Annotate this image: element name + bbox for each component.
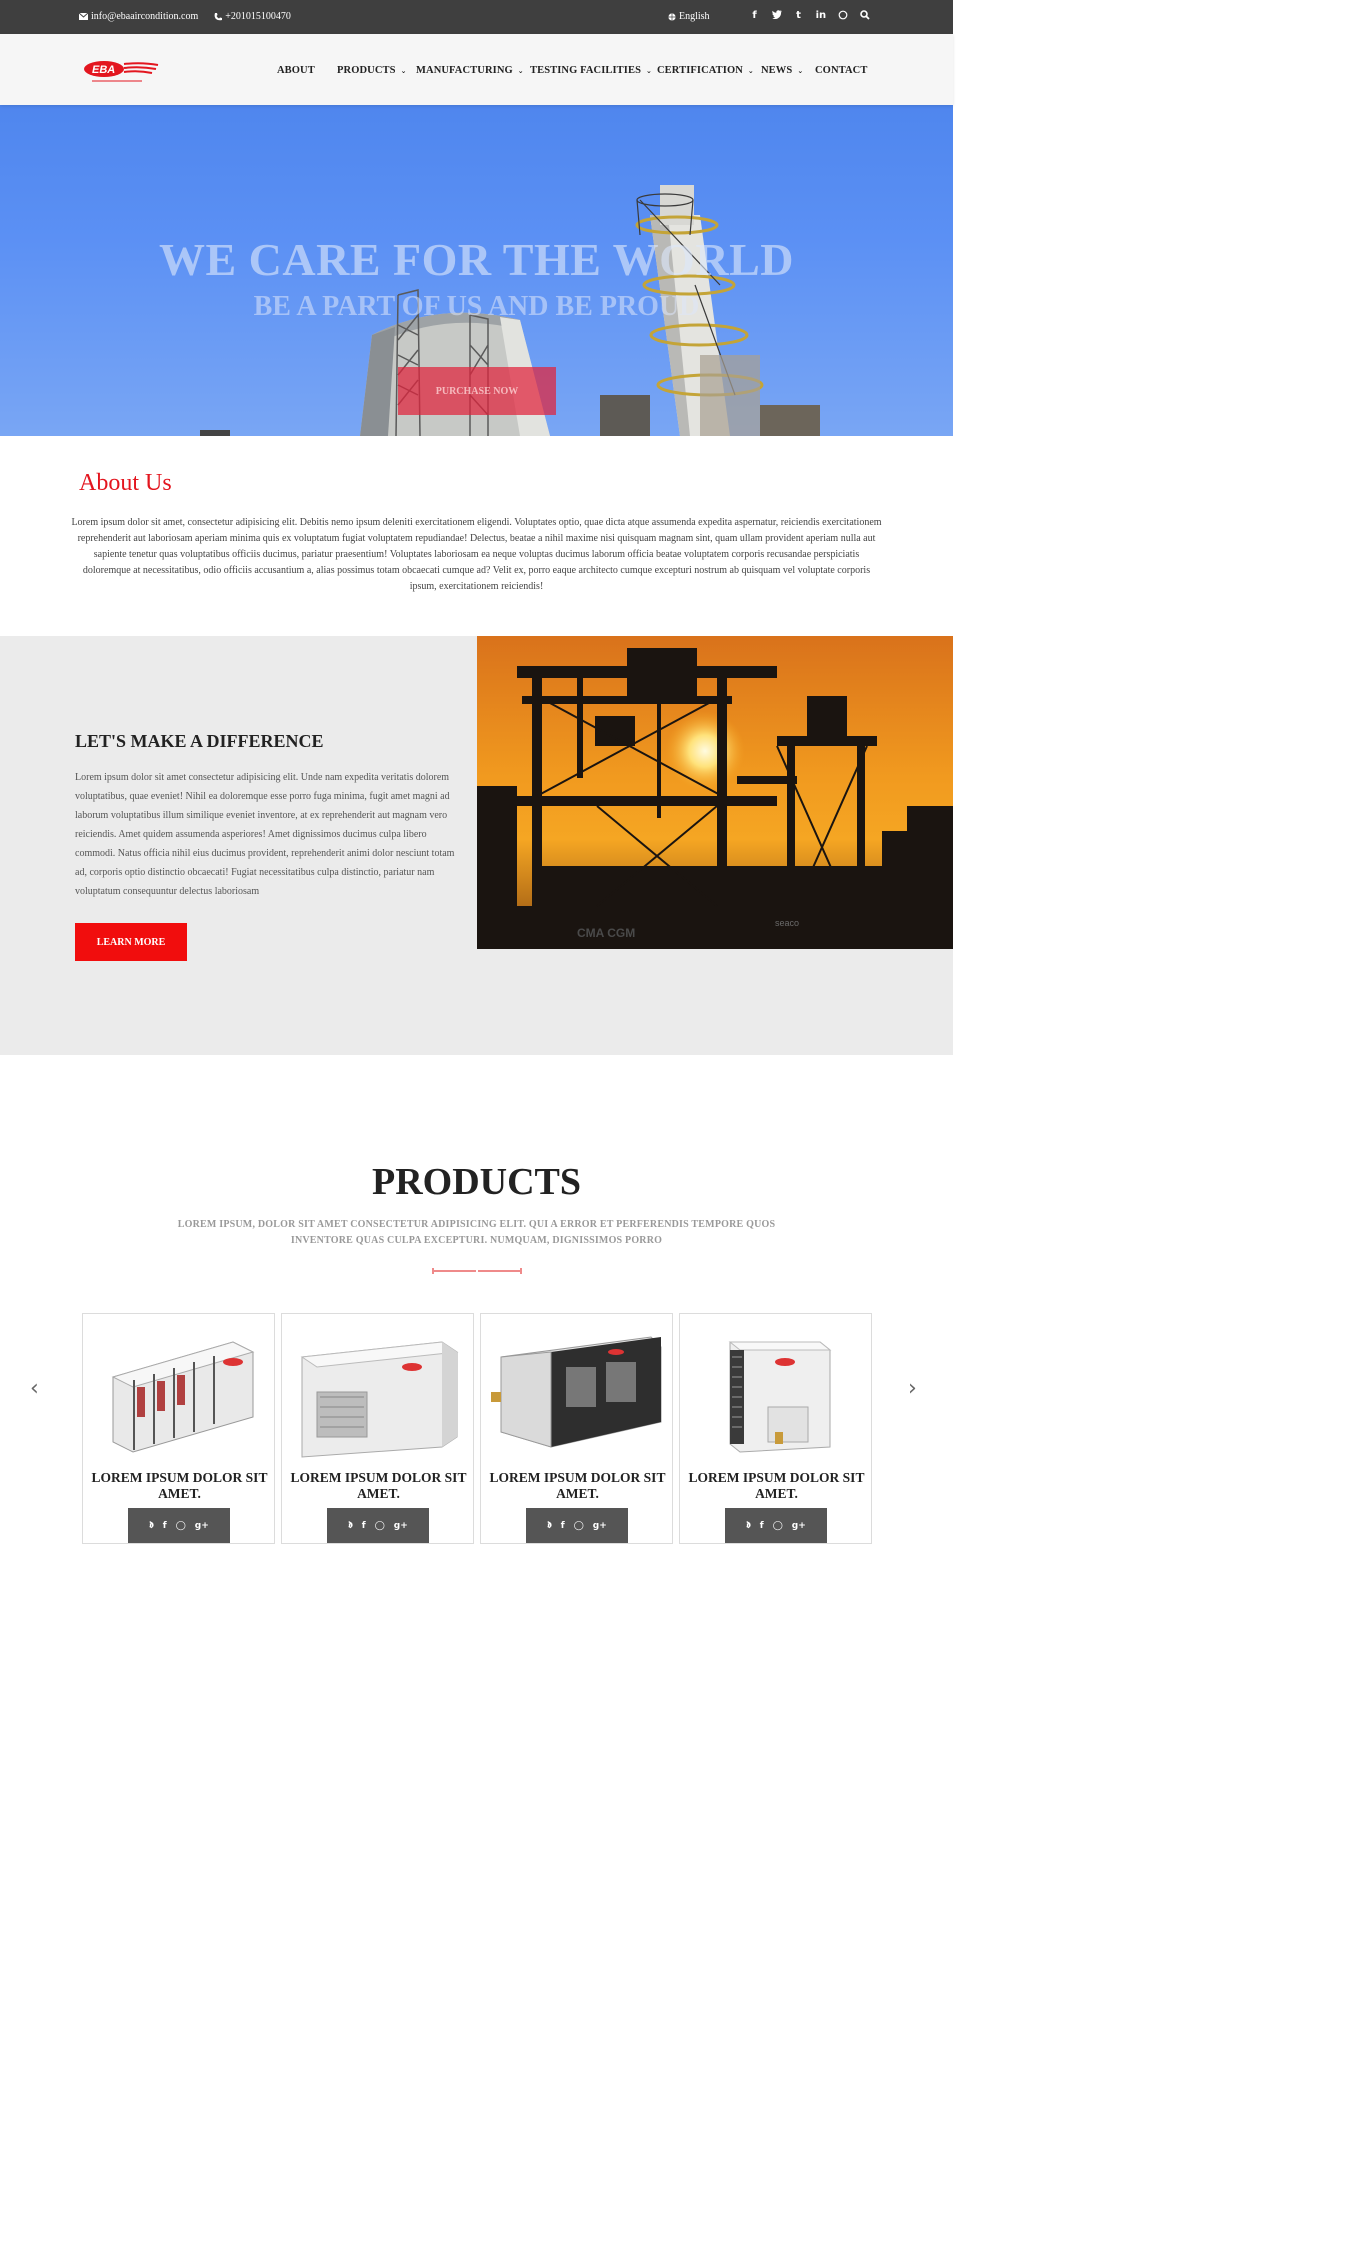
- product-image-concealed-unit: [491, 1336, 662, 1448]
- language-label: English: [679, 11, 710, 22]
- top-bar: info@ebaaircondition.com +201015100470 E…: [0, 0, 953, 34]
- contact-info: info@ebaaircondition.com +201015100470: [79, 11, 291, 22]
- facebook-icon[interactable]: f: [362, 1521, 366, 1531]
- about-body: Lorem ipsum dolor sit amet, consectetur …: [71, 517, 882, 592]
- product-card[interactable]: LOREM IPSUM DOLOR SIT AMET. 𝖉 f ◯ g+: [82, 1313, 275, 1544]
- difference-title: LET'S MAKE A DIFFERENCE: [75, 731, 324, 751]
- about-title: About Us: [79, 470, 172, 496]
- chevron-down-icon: ⌄: [400, 66, 407, 75]
- social-links: f t in: [750, 10, 870, 23]
- chevron-down-icon: ⌄: [747, 66, 754, 75]
- chevron-down-icon: ⌄: [797, 66, 804, 75]
- products-title: PRODUCTS: [371, 1161, 582, 1203]
- product-card[interactable]: LOREM IPSUM DOLOR SIT AMET. 𝖉 f ◯ g+: [679, 1313, 872, 1544]
- product-title: LOREM IPSUM DOLOR SIT AMET.: [91, 1470, 268, 1501]
- language-selector[interactable]: English: [668, 11, 710, 22]
- product-title: LOREM IPSUM DOLOR SIT AMET.: [489, 1470, 666, 1501]
- google-plus-icon[interactable]: g+: [195, 1521, 209, 1531]
- facebook-icon[interactable]: f: [760, 1521, 764, 1531]
- phone-link[interactable]: +201015100470: [214, 11, 291, 22]
- share-bar: 𝖉 f ◯ g+: [128, 1508, 230, 1543]
- dribbble-icon[interactable]: ◯: [176, 1521, 186, 1531]
- linkedin-icon[interactable]: in: [816, 10, 827, 23]
- share-bar: 𝖉 f ◯ g+: [526, 1508, 628, 1543]
- purchase-now-button[interactable]: PURCHASE NOW: [398, 367, 556, 415]
- section-divider: [432, 1268, 522, 1274]
- product-title: LOREM IPSUM DOLOR SIT AMET.: [290, 1470, 467, 1501]
- site-header: EBA ABOUT PRODUCTS ⌄ MANUFACTURING ⌄ TESTI…: [0, 34, 953, 105]
- phone-icon: [214, 12, 223, 20]
- dribbble-icon[interactable]: ◯: [574, 1521, 584, 1531]
- logo-text: EBA: [92, 64, 115, 76]
- google-plus-icon[interactable]: g+: [394, 1521, 408, 1531]
- hero-subtitle: BE A PART OF US AND BE PROUD: [253, 291, 700, 322]
- email-text: info@ebaaircondition.com: [91, 11, 199, 22]
- nav-certification[interactable]: CERTIFICATION ⌄: [657, 65, 761, 76]
- nav-manufacturing[interactable]: MANUFACTURING ⌄: [416, 65, 530, 76]
- whatsapp-icon[interactable]: [838, 10, 848, 23]
- facebook-icon[interactable]: f: [750, 10, 760, 23]
- share-bar: 𝖉 f ◯ g+: [327, 1508, 429, 1543]
- chevron-down-icon: ⌄: [646, 66, 652, 75]
- twitter-icon[interactable]: 𝖉: [348, 1521, 353, 1531]
- product-image-package-unit: [728, 1341, 832, 1453]
- nav-news[interactable]: NEWS ⌄: [761, 65, 815, 76]
- seaco-text: seaco: [775, 918, 799, 928]
- sunset-port-image: CMA CGM seaco: [477, 636, 953, 949]
- google-plus-icon[interactable]: g+: [593, 1521, 607, 1531]
- facebook-icon[interactable]: f: [561, 1521, 565, 1531]
- twitter-icon[interactable]: [771, 10, 782, 23]
- twitter-icon[interactable]: 𝖉: [547, 1521, 552, 1531]
- nav-about[interactable]: ABOUT: [277, 65, 337, 76]
- nav-contact[interactable]: CONTACT: [815, 65, 867, 76]
- learn-more-button[interactable]: LEARN MORE: [75, 923, 187, 961]
- twitter-icon[interactable]: 𝖉: [746, 1521, 751, 1531]
- about-section: About Us Lorem ipsum dolor sit amet, con…: [0, 436, 953, 636]
- product-image-ducted-unit: [300, 1341, 459, 1458]
- facebook-icon[interactable]: f: [163, 1521, 167, 1531]
- eba-logo[interactable]: EBA: [82, 58, 162, 86]
- search-icon[interactable]: [859, 10, 870, 23]
- hero-title: WE CARE FOR THE WORLD: [158, 234, 794, 285]
- product-title: LOREM IPSUM DOLOR SIT AMET.: [688, 1470, 865, 1501]
- dribbble-icon[interactable]: ◯: [773, 1521, 783, 1531]
- products-section: PRODUCTS LOREM IPSUM, DOLOR SIT AMET CON…: [0, 1055, 953, 1550]
- dribbble-icon[interactable]: ◯: [375, 1521, 385, 1531]
- carousel-prev-arrow[interactable]: ‹: [30, 1376, 39, 1401]
- nav-products[interactable]: PRODUCTS ⌄: [337, 65, 416, 76]
- envelope-icon: [79, 13, 88, 20]
- nav-testing-facilities[interactable]: TESTING FACILITIES ⌄: [530, 65, 657, 76]
- main-nav: ABOUT PRODUCTS ⌄ MANUFACTURING ⌄ TESTING F…: [266, 65, 867, 76]
- cma-cgm-text: CMA CGM: [577, 926, 635, 940]
- hero-banner: WE CARE FOR THE WORLD BE A PART OF US AN…: [0, 105, 953, 436]
- google-plus-icon[interactable]: g+: [792, 1521, 806, 1531]
- product-card[interactable]: LOREM IPSUM DOLOR SIT AMET. 𝖉 f ◯ g+: [281, 1313, 474, 1544]
- carousel-next-arrow[interactable]: ›: [908, 1376, 917, 1401]
- twitter-icon[interactable]: 𝖉: [149, 1521, 154, 1531]
- difference-body: Lorem ipsum dolor sit amet consectetur a…: [75, 772, 455, 897]
- product-card[interactable]: LOREM IPSUM DOLOR SIT AMET. 𝖉 f ◯ g+: [480, 1313, 673, 1544]
- share-bar: 𝖉 f ◯ g+: [725, 1508, 827, 1543]
- email-link[interactable]: info@ebaaircondition.com: [79, 11, 198, 22]
- globe-icon: [668, 12, 676, 21]
- tumblr-icon[interactable]: t: [794, 10, 804, 23]
- chevron-down-icon: ⌄: [517, 66, 524, 75]
- products-subtitle: LOREM IPSUM, DOLOR SIT AMET CONSECTETUR …: [177, 1219, 776, 1246]
- product-image-chiller: [111, 1341, 255, 1453]
- difference-section: LET'S MAKE A DIFFERENCE Lorem ipsum dolo…: [0, 636, 953, 1055]
- phone-text: +201015100470: [225, 11, 291, 22]
